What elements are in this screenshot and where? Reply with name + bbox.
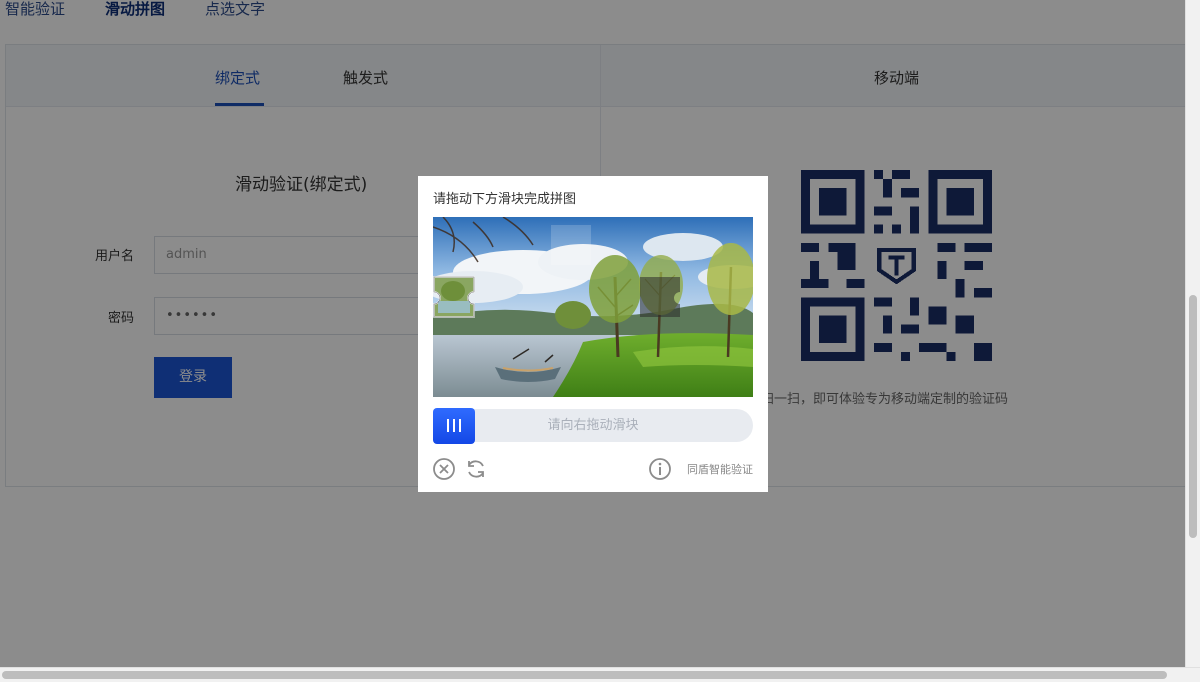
captcha-popup: 请拖动下方滑块完成拼图 请向右拖动滑块 同盾智能验证 (418, 176, 768, 492)
landscape-image (433, 217, 753, 397)
slider-hint: 请向右拖动滑块 (547, 418, 639, 433)
puzzle-target-slot (640, 277, 680, 317)
puzzle-image (433, 217, 753, 397)
refresh-icon[interactable] (464, 457, 488, 481)
info-icon[interactable] (648, 457, 672, 481)
horizontal-scrollbar[interactable] (0, 667, 1200, 682)
slider-handle[interactable] (433, 408, 475, 444)
vertical-scroll-thumb[interactable] (1189, 295, 1197, 538)
close-circle-icon[interactable] (432, 457, 456, 481)
slider-track[interactable]: 请向右拖动滑块 (433, 408, 753, 444)
vertical-scrollbar[interactable] (1185, 0, 1200, 668)
horizontal-scroll-thumb[interactable] (2, 671, 1167, 679)
brand-label: 同盾智能验证 (687, 463, 753, 476)
puzzle-piece (433, 276, 475, 318)
captcha-title: 请拖动下方滑块完成拼图 (433, 192, 577, 207)
